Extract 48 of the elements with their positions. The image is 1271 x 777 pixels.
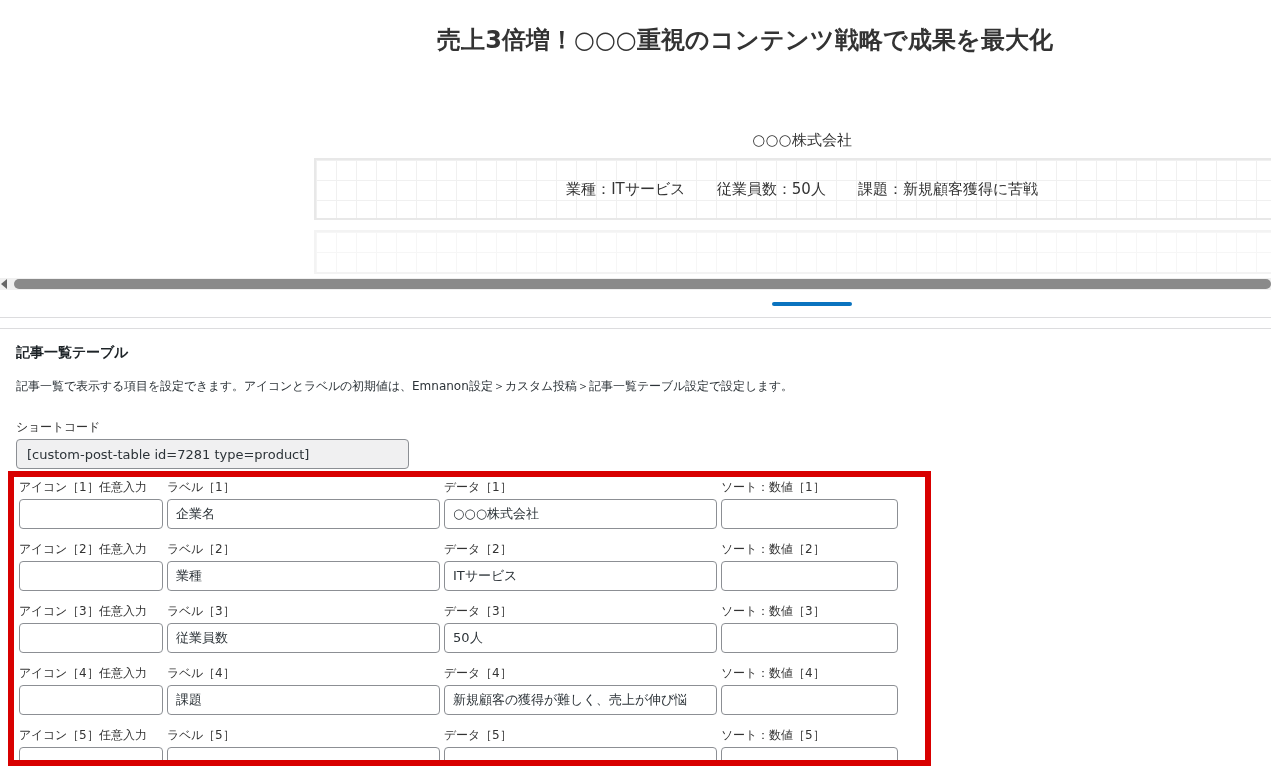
field-label: アイコン［2］任意入力 <box>19 541 147 558</box>
icon-field[interactable] <box>19 623 163 653</box>
horizontal-scrollbar[interactable] <box>0 278 1271 290</box>
post-title: 売上3倍増！○○○重視のコンテンツ戦略で成果を最大化 <box>436 25 1054 56</box>
data-field[interactable]: 50人 <box>444 623 717 653</box>
field-label: アイコン［1］任意入力 <box>19 479 147 496</box>
field-label: データ［5］ <box>444 727 512 744</box>
field-label: ソート：数値［4］ <box>721 665 825 682</box>
field-label: アイコン［4］任意入力 <box>19 665 147 682</box>
label-field[interactable]: 業種 <box>167 561 440 591</box>
field-label: アイコン［5］任意入力 <box>19 727 147 744</box>
summary-item: 課題：新規顧客獲得に苦戦 <box>857 179 1038 199</box>
sort-field[interactable] <box>721 499 898 529</box>
field-label: アイコン［3］任意入力 <box>19 603 147 620</box>
field-label: ソート：数値［1］ <box>721 479 825 496</box>
scroll-left-icon[interactable] <box>0 279 8 289</box>
field-label: ソート：数値［3］ <box>721 603 825 620</box>
sort-field[interactable] <box>721 623 898 653</box>
data-field[interactable]: 新規顧客の獲得が難しく、売上が伸び悩 <box>444 685 717 715</box>
field-label: ラベル［2］ <box>167 541 235 558</box>
sort-field[interactable] <box>721 685 898 715</box>
field-label: ラベル［1］ <box>167 479 235 496</box>
scrollbar-thumb[interactable] <box>14 279 1271 289</box>
field-label: データ［2］ <box>444 541 512 558</box>
icon-field[interactable] <box>19 499 163 529</box>
summary-item: 従業員数：50人 <box>716 179 826 199</box>
summary-item: 業種：ITサービス <box>566 179 685 199</box>
label-field[interactable]: 課題 <box>167 685 440 715</box>
field-label: ソート：数値［5］ <box>721 727 825 744</box>
section-description: 記事一覧で表示する項目を設定できます。アイコンとラベルの初期値は、Emnanon設定＞カスタム投稿＞記事一覧テーブル設定で設定します。 <box>16 378 794 395</box>
field-label: データ［3］ <box>444 603 512 620</box>
shortcode-field[interactable]: [custom-post-table id=7281 type=product] <box>16 439 409 469</box>
label-field[interactable]: 企業名 <box>167 499 440 529</box>
shortcode-label: ショートコード <box>16 419 101 436</box>
field-label: ソート：数値［2］ <box>721 541 825 558</box>
field-label: データ［4］ <box>444 665 512 682</box>
field-label: ラベル［5］ <box>167 727 235 744</box>
icon-field[interactable] <box>19 685 163 715</box>
field-label: ラベル［4］ <box>167 665 235 682</box>
company-name: ○○○株式会社 <box>751 131 853 151</box>
icon-field[interactable] <box>19 561 163 591</box>
data-field[interactable]: ITサービス <box>444 561 717 591</box>
field-label: ラベル［3］ <box>167 603 235 620</box>
label-field[interactable]: 従業員数 <box>167 623 440 653</box>
field-label: データ［1］ <box>444 479 512 496</box>
data-field[interactable]: ○○○株式会社 <box>444 499 717 529</box>
section-title: 記事一覧テーブル <box>16 343 129 362</box>
sort-field[interactable] <box>721 561 898 591</box>
